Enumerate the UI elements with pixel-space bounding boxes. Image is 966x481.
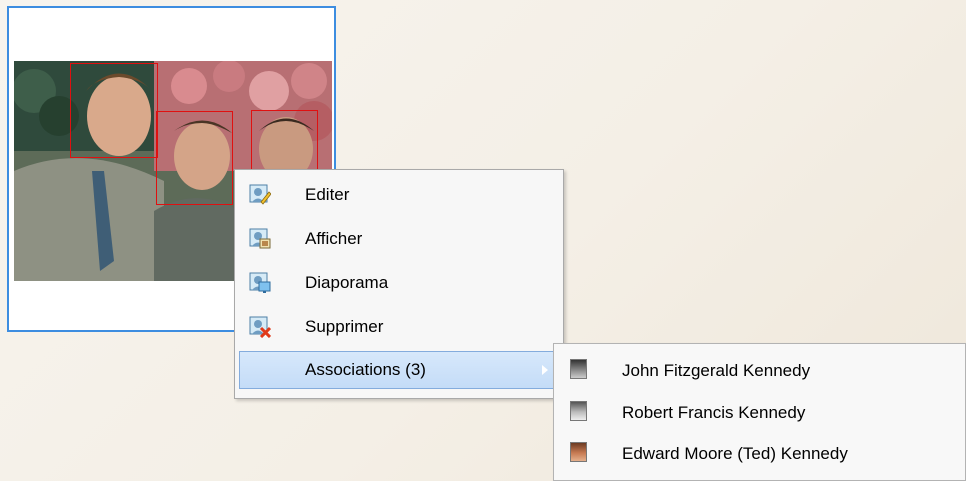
submenu-item-rfk[interactable]: Robert Francis Kennedy	[554, 394, 966, 432]
menu-item-label: Editer	[305, 185, 350, 204]
person-thumbnail-icon	[570, 442, 587, 462]
view-icon	[249, 228, 271, 250]
submenu-item-label: Edward Moore (Ted) Kennedy	[622, 444, 848, 463]
menu-item-edit[interactable]: Editer	[239, 176, 559, 214]
submenu-item-jfk[interactable]: John Fitzgerald Kennedy	[554, 352, 966, 390]
menu-item-label: Afficher	[305, 229, 363, 248]
menu-item-label: Associations (3)	[305, 360, 426, 379]
menu-item-label: Diaporama	[305, 273, 389, 292]
slideshow-icon	[249, 272, 271, 294]
menu-item-associations[interactable]: Associations (3)	[239, 351, 559, 389]
menu-item-view[interactable]: Afficher	[239, 220, 559, 258]
menu-item-delete[interactable]: Supprimer	[239, 308, 559, 346]
menu-item-slideshow[interactable]: Diaporama	[239, 264, 559, 302]
face-box-jfk[interactable]	[70, 63, 158, 158]
delete-icon	[249, 316, 272, 339]
person-thumbnail-icon	[570, 359, 587, 379]
person-thumbnail-icon	[570, 401, 587, 421]
edit-icon	[249, 184, 272, 206]
associations-submenu: John Fitzgerald Kennedy Robert Francis K…	[553, 343, 966, 481]
submenu-arrow-icon	[542, 365, 548, 375]
face-box-rfk[interactable]	[156, 111, 233, 205]
submenu-item-label: John Fitzgerald Kennedy	[622, 361, 811, 380]
submenu-item-ted[interactable]: Edward Moore (Ted) Kennedy	[554, 435, 966, 473]
menu-item-label: Supprimer	[305, 317, 384, 336]
context-menu: Editer Afficher Diaporama Supprimer Asso…	[234, 169, 564, 399]
submenu-item-label: Robert Francis Kennedy	[622, 403, 806, 422]
